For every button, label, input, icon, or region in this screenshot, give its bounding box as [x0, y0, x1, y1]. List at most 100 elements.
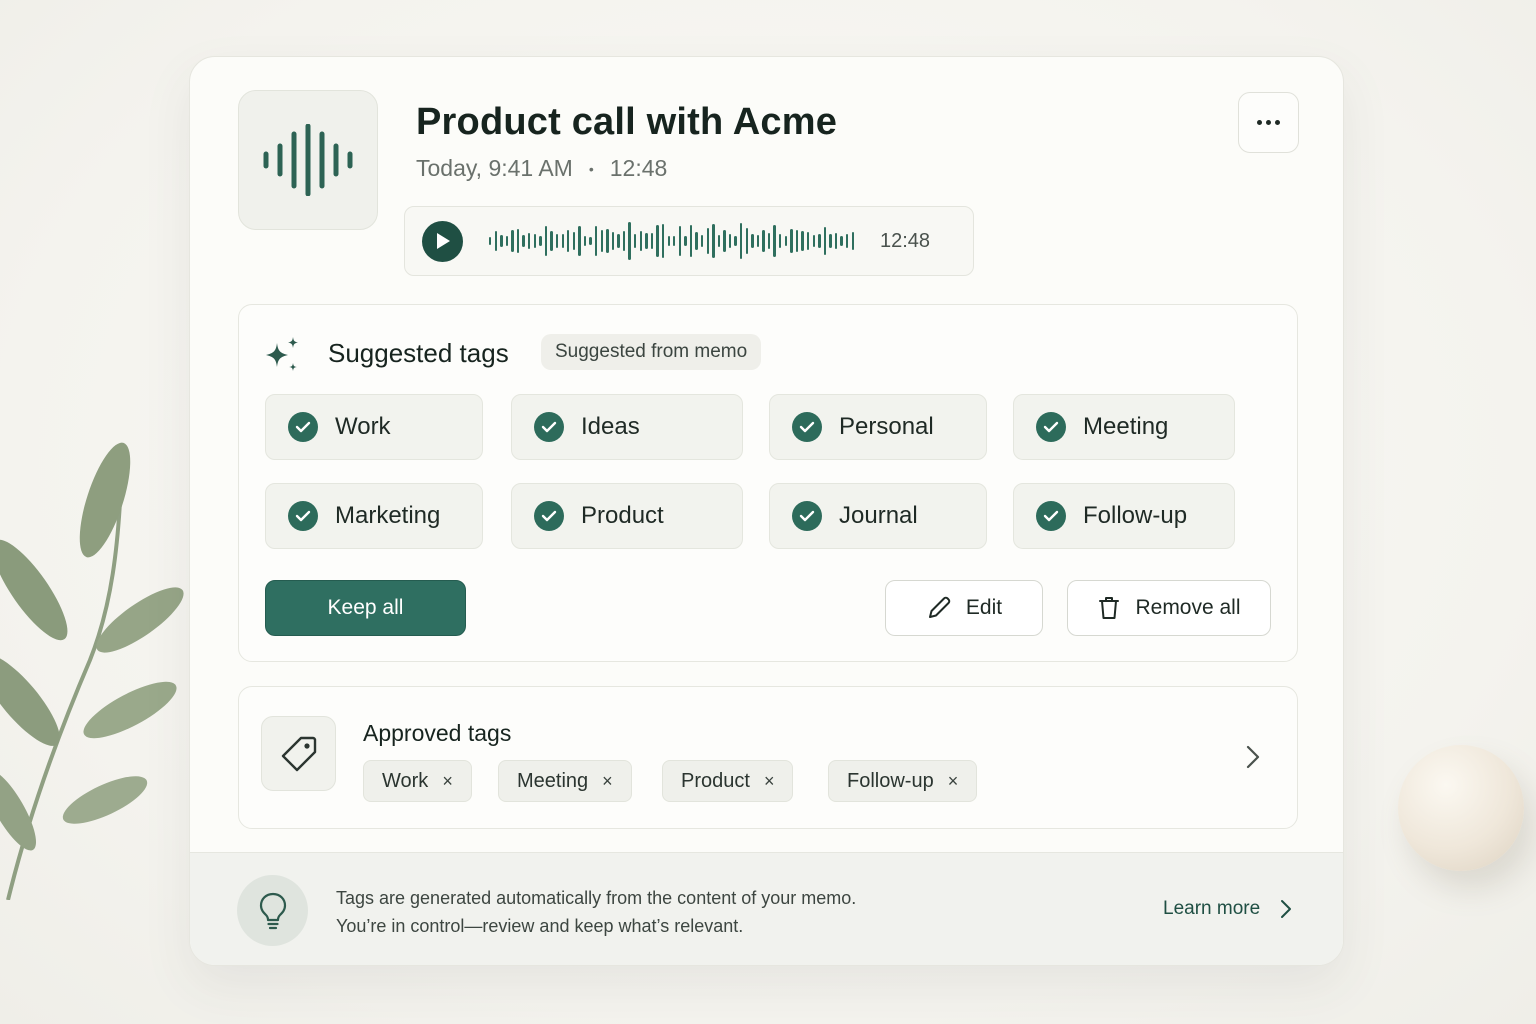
waveform-bar — [829, 233, 832, 249]
tag-label: Personal — [839, 413, 934, 440]
pencil-icon — [928, 596, 951, 618]
suggested-tags-panel: Suggested tags Suggested from memo Work … — [238, 304, 1298, 662]
check-icon — [288, 501, 318, 531]
waveform-bar — [723, 230, 726, 252]
waveform-bar — [834, 233, 838, 249]
memo-title: Product call with Acme — [416, 101, 838, 143]
approved-tag-chip: Meeting × — [498, 760, 632, 802]
more-dot — [1266, 120, 1271, 125]
waveform-bar — [511, 230, 514, 252]
waveform-bar — [578, 225, 581, 257]
plant-decoration — [0, 442, 184, 900]
waveform-bar — [812, 235, 815, 247]
trash-icon — [1099, 597, 1120, 619]
tag-label: Product — [581, 502, 664, 529]
waveform-bar — [639, 231, 642, 251]
suggested-tag[interactable]: Meeting — [1013, 394, 1235, 460]
memo-meta: Today, 9:41 AM • 12:48 — [416, 155, 667, 182]
waveform-bar — [695, 232, 698, 250]
waveform-bar — [589, 236, 592, 246]
waveform-bar — [767, 232, 771, 250]
check-icon — [792, 412, 822, 442]
waveform-bar — [801, 231, 804, 251]
waveform-bar — [494, 230, 497, 252]
suggested-tag[interactable]: Marketing — [265, 483, 483, 549]
suggested-tag[interactable]: Journal — [769, 483, 987, 549]
sphere-decoration — [1398, 745, 1524, 871]
approved-tag-chip: Follow-up × — [828, 760, 978, 802]
approved-tags-title: Approved tags — [363, 720, 512, 746]
play-button[interactable] — [422, 220, 463, 262]
waveform-bar — [734, 236, 737, 246]
waveform-bar — [522, 234, 525, 248]
suggested-tag[interactable]: Product — [511, 483, 743, 549]
waveform-bar — [706, 227, 709, 255]
waveform-bar — [784, 236, 788, 246]
waveform-bar — [622, 230, 626, 252]
edit-button[interactable]: Edit — [885, 580, 1043, 636]
waveform-bar — [762, 229, 765, 253]
footer-text: Tags are generated automatically from th… — [336, 884, 856, 940]
footer-line-1: Tags are generated automatically from th… — [336, 888, 857, 908]
waveform-bar — [561, 233, 564, 249]
suggested-tag[interactable]: Personal — [769, 394, 987, 460]
suggested-tags-title: Suggested tags — [328, 338, 509, 368]
check-icon — [1036, 501, 1066, 531]
tag-label: Meeting — [1083, 413, 1169, 440]
audio-player: 12:48 — [404, 206, 974, 276]
tag-label: Work — [335, 413, 391, 440]
chevron-right-icon — [1281, 900, 1292, 918]
lightbulb-icon — [259, 892, 286, 929]
remove-tag-icon[interactable]: × — [602, 771, 613, 792]
suggested-from-memo-badge: Suggested from memo — [541, 334, 762, 370]
waveform-bar — [840, 235, 843, 247]
waveform-bar — [689, 224, 693, 258]
waveform-bar — [795, 230, 799, 252]
more-horizontal-icon — [1257, 120, 1262, 125]
waveform-bar — [594, 225, 598, 256]
waveform-bar — [650, 232, 654, 250]
approved-tag-chip: Product × — [662, 760, 794, 802]
learn-more-link[interactable]: Learn more — [1163, 898, 1292, 920]
suggested-tag[interactable]: Follow-up — [1013, 483, 1235, 549]
approved-tag-chip: Work × — [363, 760, 472, 802]
sparkle-icon — [266, 337, 298, 371]
waveform-bar — [806, 231, 810, 251]
info-footer: Tags are generated automatically from th… — [190, 852, 1343, 965]
waveform-bar — [628, 221, 631, 261]
stage: Product call with Acme Today, 9:41 AM • … — [0, 0, 1536, 1024]
remove-tag-icon[interactable]: × — [948, 771, 959, 792]
audio-waveform[interactable] — [489, 216, 854, 266]
chip-label: Product — [681, 769, 750, 792]
waveform-bar — [678, 225, 682, 257]
waveform-bar — [673, 235, 676, 247]
waveform-bar — [823, 226, 827, 256]
waveform-bar — [773, 225, 776, 257]
tag-label: Follow-up — [1083, 502, 1188, 529]
waveform-bar — [505, 236, 509, 246]
remove-tag-icon[interactable]: × — [442, 771, 453, 792]
waveform-bar — [600, 230, 603, 252]
waveform-bar — [489, 237, 492, 245]
suggested-tag[interactable]: Work — [265, 394, 483, 460]
keep-all-button[interactable]: Keep all — [265, 580, 466, 636]
approved-tags-panel[interactable]: Approved tags Work × Meeting × Product ×… — [238, 686, 1298, 829]
waveform-bar — [728, 233, 732, 249]
waveform-bar — [712, 224, 715, 258]
chevron-right-icon[interactable] — [1243, 742, 1263, 772]
remove-all-label: Remove all — [1135, 596, 1241, 619]
tag-icon — [281, 736, 316, 771]
more-options-button[interactable] — [1238, 92, 1299, 153]
suggested-tag[interactable]: Ideas — [511, 394, 743, 460]
chip-label: Work — [382, 769, 429, 792]
waveform-bar — [700, 235, 704, 247]
footer-line-2: You’re in control—review and keep what’s… — [336, 916, 744, 936]
check-icon — [792, 501, 822, 531]
audio-memo-tile — [238, 90, 378, 230]
waveform-bar — [528, 233, 531, 249]
remove-tag-icon[interactable]: × — [764, 771, 775, 792]
tag-label: Marketing — [335, 502, 441, 529]
remove-all-button[interactable]: Remove all — [1067, 580, 1271, 636]
waveform-bar — [667, 236, 670, 246]
chip-label: Follow-up — [847, 769, 934, 792]
